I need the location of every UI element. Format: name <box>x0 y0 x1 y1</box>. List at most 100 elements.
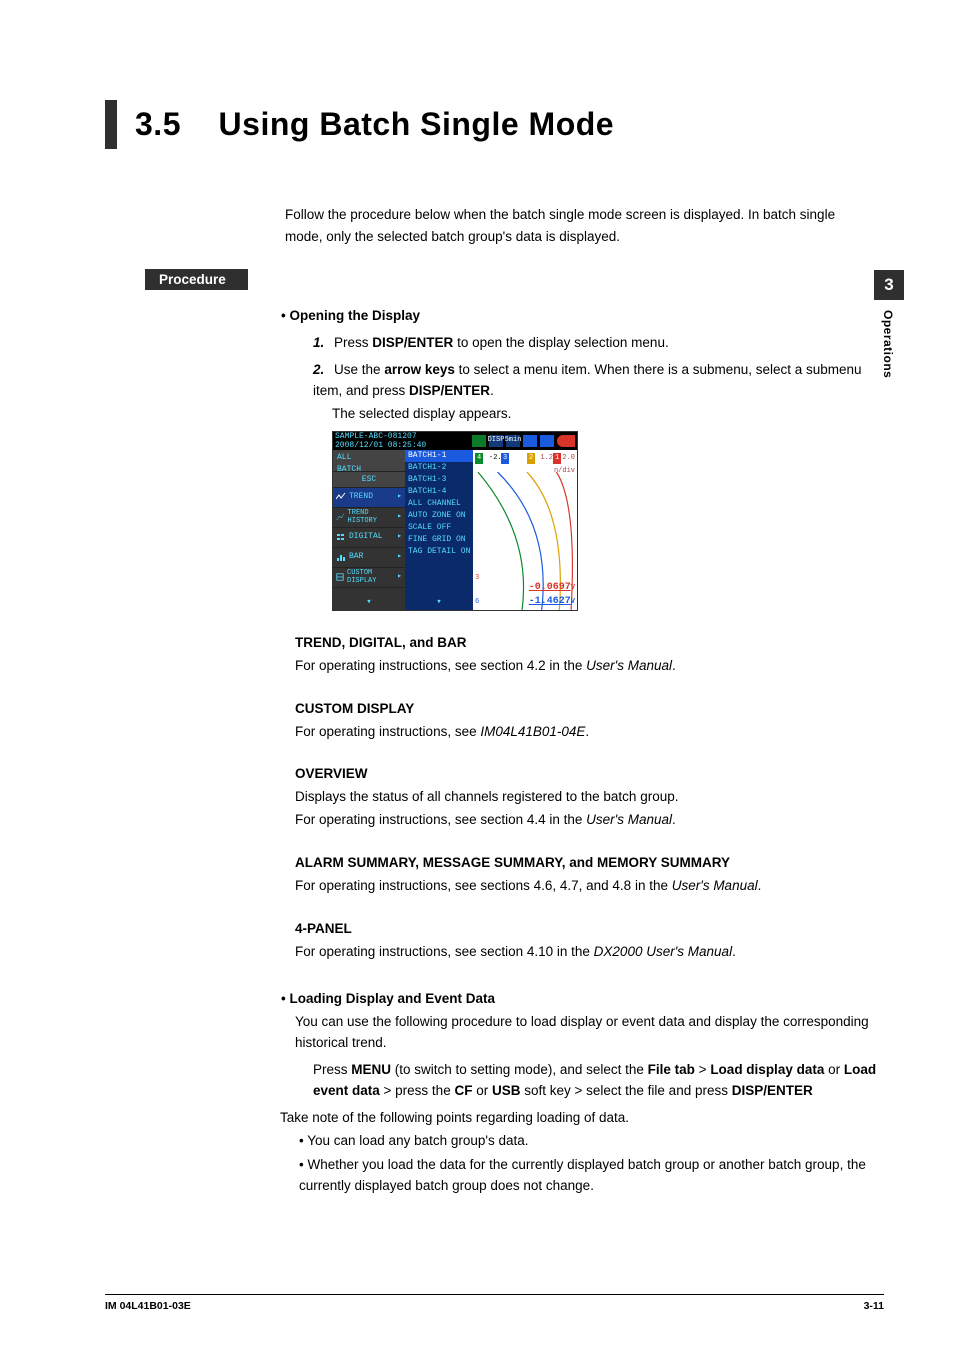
trend-body-italic: User's Manual <box>586 658 672 673</box>
device-body: ALL BATCH ESC TREND▸ TREND HISTORY▸ <box>333 450 577 610</box>
side-tab: 3 Operations <box>874 270 904 378</box>
step-2-number: 2. <box>313 362 324 377</box>
custom-section-head: CUSTOM DISPLAY <box>295 699 884 720</box>
step-2-text-pre: Use the <box>334 362 384 377</box>
device-topbar-icons: DISP 5min <box>472 435 577 447</box>
intro-paragraph: Follow the procedure below when the batc… <box>285 204 845 247</box>
expand-icon <box>540 435 554 447</box>
panel-body-pre: For operating instructions, see section … <box>295 944 594 959</box>
load-cf: CF <box>454 1083 472 1098</box>
submenu-batch1-2: BATCH1-2 <box>405 462 473 474</box>
custom-body-pre: For operating instructions, see <box>295 724 480 739</box>
chevron-right-icon: ▸ <box>397 571 402 583</box>
channel-tag-3: 3 <box>501 453 509 464</box>
side-tab-number: 3 <box>874 270 904 300</box>
device-topbar: SAMPLE-ABC-081207 2008/12/01 08:25:40 DI… <box>333 432 577 450</box>
submenu-auto-zone: AUTO ZONE ON <box>405 510 473 522</box>
bar-icon <box>336 552 346 562</box>
step-2: 2. Use the arrow keys to select a menu i… <box>313 360 884 402</box>
axis-neg2: -2. <box>489 453 502 464</box>
submenu-all-channel: ALL CHANNEL <box>405 498 473 510</box>
custom-body-italic: IM04L41B01-04E <box>480 724 585 739</box>
menu-item-trend-history: TREND HISTORY▸ <box>333 508 405 528</box>
load-loaddisp: Load display data <box>710 1062 824 1077</box>
page: 3.5 Using Batch Single Mode Follow the p… <box>0 0 954 1350</box>
alarm-body-italic: User's Manual <box>672 878 758 893</box>
submenu-tag-detail: TAG DETAIL ON <box>405 546 473 558</box>
channel-tag-1: 1 <box>553 453 561 464</box>
trend-section-body: For operating instructions, see section … <box>295 656 884 677</box>
alarm-section-head: ALARM SUMMARY, MESSAGE SUMMARY, and MEMO… <box>295 853 884 874</box>
menu-label-trend-history: TREND HISTORY <box>348 509 395 525</box>
menu-label-bar: BAR <box>349 551 363 563</box>
trend-section-head: TREND, DIGITAL, and BAR <box>295 633 884 654</box>
camera-icon <box>523 435 537 447</box>
custom-display-icon <box>336 572 344 582</box>
step-1-text-pre: Press <box>334 335 372 350</box>
trend-history-icon <box>336 512 345 522</box>
section-title-row: 3.5 Using Batch Single Mode <box>105 100 884 149</box>
interval-label-icon: 5min <box>506 435 520 447</box>
submenu-fine-grid: FINE GRID ON <box>405 534 473 546</box>
step-1-number: 1. <box>313 335 324 350</box>
overview-body-1: Displays the status of all channels regi… <box>295 787 884 808</box>
load-or2: or <box>472 1083 492 1098</box>
load-filetab: File tab <box>648 1062 695 1077</box>
loading-bullet-1-text: You can load any batch group's data. <box>307 1133 528 1148</box>
footer-page-number: 3-11 <box>864 1300 884 1312</box>
menu-label-custom: CUSTOM DISPLAY <box>347 569 394 585</box>
step-1-bold: DISP/ENTER <box>372 335 453 350</box>
load-gt2: > press the <box>380 1083 455 1098</box>
loading-bullet-2: Whether you load the data for the curren… <box>299 1155 884 1197</box>
alarm-section-body: For operating instructions, see sections… <box>295 876 884 897</box>
page-footer: IM 04L41B01-03E 3-11 <box>105 1294 884 1312</box>
device-screen: SAMPLE-ABC-081207 2008/12/01 08:25:40 DI… <box>332 431 578 611</box>
load-mid1: (to switch to setting mode), and select … <box>391 1062 648 1077</box>
load-menu: MENU <box>351 1062 391 1077</box>
axis-20: 2.0 <box>562 453 575 464</box>
load-dispenter: DISP/ENTER <box>732 1083 813 1098</box>
submenu-scale-off: SCALE OFF <box>405 522 473 534</box>
step-2-bold2: DISP/ENTER <box>409 383 490 398</box>
channel-label-3: 3 <box>475 573 479 584</box>
panel-body-italic: DX2000 User's Manual <box>594 944 732 959</box>
alarm-icon <box>557 435 575 447</box>
disp-label-icon: DISP <box>489 435 503 447</box>
device-sample-id: SAMPLE-ABC-081207 <box>335 432 472 441</box>
menu-item-custom: CUSTOM DISPLAY▸ <box>333 568 405 588</box>
overview-section-head: OVERVIEW <box>295 764 884 785</box>
alarm-body-pre: For operating instructions, see sections… <box>295 878 672 893</box>
axis-12: 1.2 <box>540 453 553 464</box>
device-datetime: 2008/12/01 08:25:40 <box>335 441 472 450</box>
device-left-down-arrow: ▾ <box>333 596 405 610</box>
value2-unit: V <box>571 598 575 606</box>
menu-item-trend: TREND▸ <box>333 488 405 508</box>
footer-doc-id: IM 04L41B01-03E <box>105 1300 191 1312</box>
chevron-right-icon: ▸ <box>397 531 402 543</box>
loading-take-note: Take note of the following points regard… <box>280 1108 884 1129</box>
side-tab-label: Operations <box>874 300 895 378</box>
menu-label-digital: DIGITAL <box>349 531 383 543</box>
load-usb: USB <box>492 1083 521 1098</box>
opening-display-heading: Opening the Display <box>295 306 884 327</box>
device-screenshot: SAMPLE-ABC-081207 2008/12/01 08:25:40 DI… <box>332 431 884 611</box>
submenu-batch1-3: BATCH1-3 <box>405 474 473 486</box>
device-esc: ESC <box>333 472 405 488</box>
trend-body-pre: For operating instructions, see section … <box>295 658 586 673</box>
title-accent-bar <box>105 100 117 149</box>
step-1-text-post: to open the display selection menu. <box>453 335 668 350</box>
chevron-right-icon: ▸ <box>397 551 402 563</box>
step-2-note: The selected display appears. <box>332 404 884 425</box>
left-header-1: ALL <box>337 453 351 462</box>
menu-label-trend: TREND <box>349 491 373 503</box>
value1-num: -0.0697 <box>529 582 571 593</box>
loading-intro: You can use the following procedure to l… <box>295 1012 884 1054</box>
channel-tag-4: 4 <box>475 453 483 464</box>
channel-tag-2: 2 <box>527 453 535 464</box>
trend-icon <box>336 492 346 502</box>
load-or: or <box>824 1062 844 1077</box>
digital-icon <box>336 532 346 542</box>
load-pre: Press <box>313 1062 351 1077</box>
loading-heading: Loading Display and Event Data <box>295 989 884 1010</box>
device-left-header: ALL BATCH <box>333 450 405 472</box>
